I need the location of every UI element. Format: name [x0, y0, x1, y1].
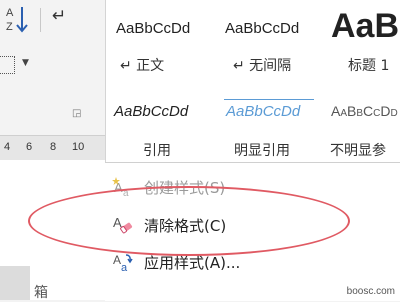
dialog-launcher-icon[interactable]: ◲	[72, 108, 81, 119]
chevron-down-icon[interactable]: ▼	[22, 58, 29, 68]
sort-icon[interactable]: A Z	[4, 4, 30, 34]
ruler-number: 10	[72, 141, 85, 153]
svg-text:Z: Z	[6, 21, 13, 33]
apply-style-icon: A a	[113, 253, 133, 273]
ruler-number: 4	[4, 141, 11, 153]
style-intense-quote-label[interactable]: 明显引用	[234, 140, 290, 160]
style-intense-quote-preview[interactable]: AaBbCcDd	[226, 103, 300, 120]
annotation-ellipse	[28, 186, 350, 256]
document-content-fragment	[0, 266, 30, 300]
show-hide-marks-icon[interactable]: ↵	[52, 6, 66, 26]
style-quote-label[interactable]: 引用	[143, 140, 171, 160]
style-normal-label[interactable]: ↵ 正文	[120, 55, 164, 75]
horizontal-ruler: 4 6 8 10	[0, 135, 105, 161]
ruler-number: 6	[26, 141, 33, 153]
style-subtle-reference-preview[interactable]: AaBbCcDd	[331, 103, 398, 119]
style-no-spacing-preview[interactable]: AaBbCcDd	[225, 20, 299, 37]
style-no-spacing-label[interactable]: ↵ 无间隔	[233, 55, 291, 75]
style-normal-preview[interactable]: AaBbCcDd	[116, 20, 190, 37]
style-subtle-reference-label[interactable]: 不明显参	[330, 140, 386, 160]
svg-text:A: A	[6, 7, 14, 19]
borders-icon[interactable]	[0, 56, 15, 74]
document-text-fragment: 箱	[34, 285, 48, 301]
watermark: boosc.com	[346, 286, 395, 297]
intense-quote-rule	[224, 99, 314, 100]
style-heading1-preview[interactable]: AaB	[331, 7, 399, 46]
toolbar-separator	[40, 8, 41, 32]
style-quote-preview[interactable]: AaBbCcDd	[114, 103, 188, 120]
svg-text:A: A	[113, 253, 121, 267]
ruler-number: 8	[50, 141, 57, 153]
svg-text:a: a	[121, 262, 128, 273]
style-heading1-label[interactable]: 标题 1	[348, 55, 389, 75]
